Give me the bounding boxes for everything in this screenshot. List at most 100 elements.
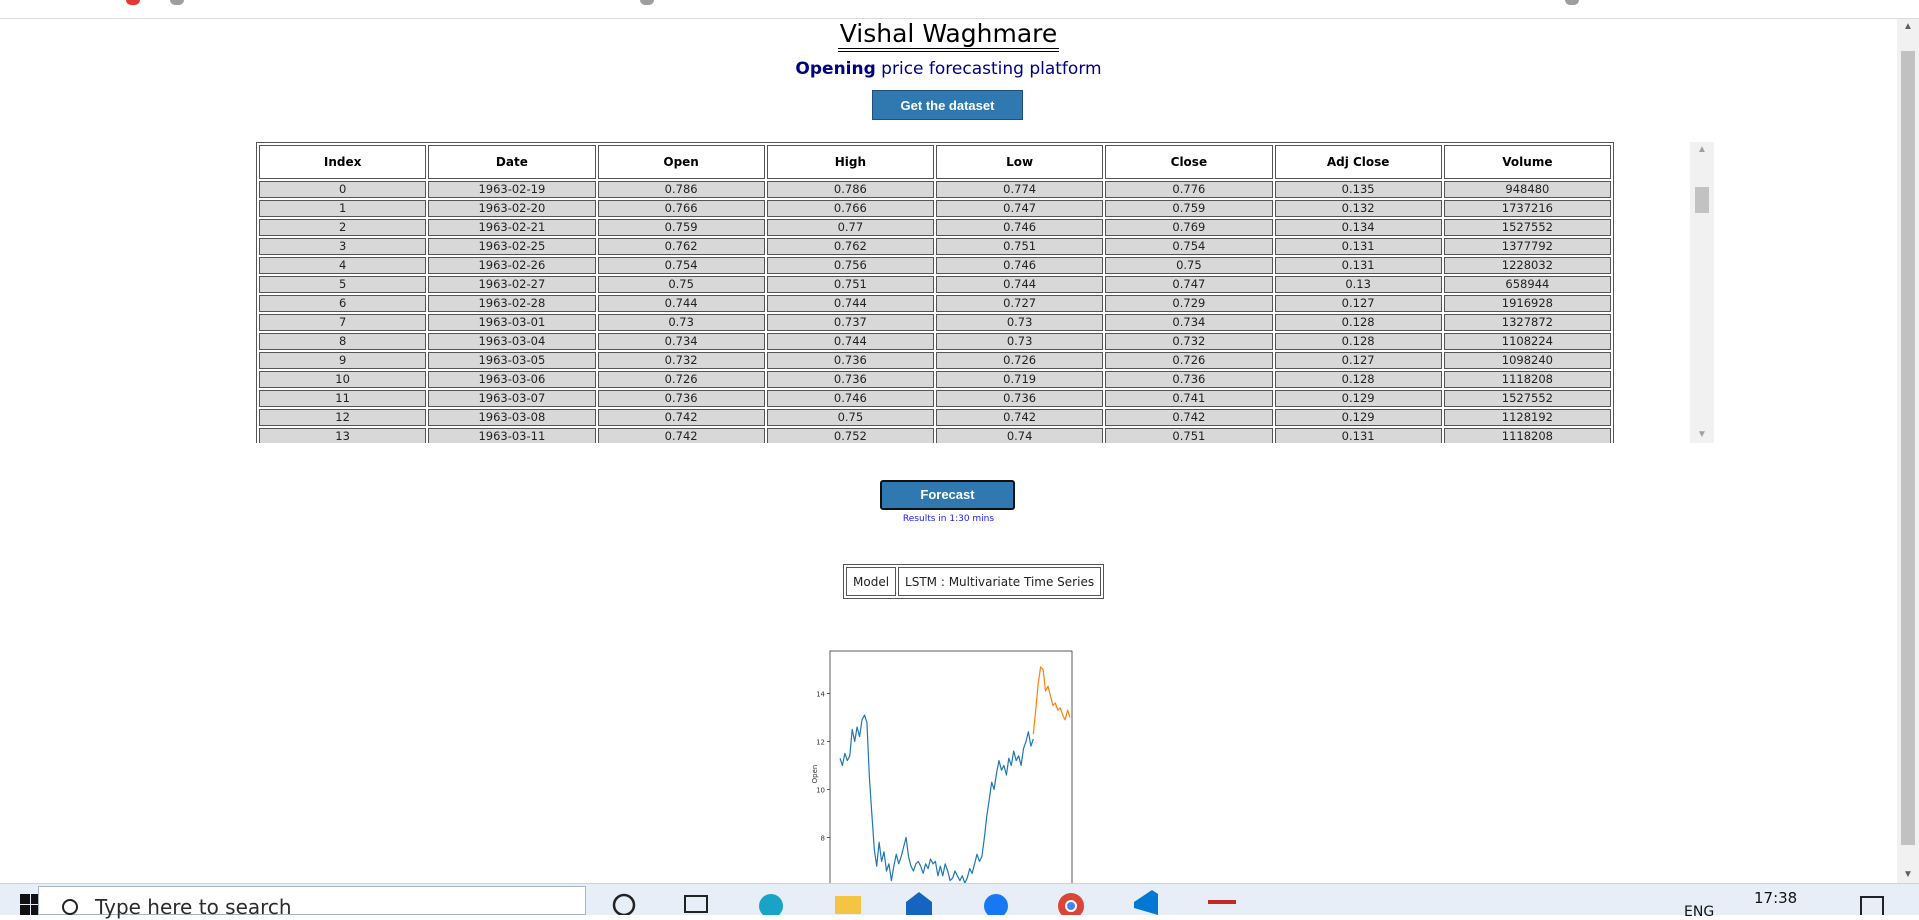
table-cell: 0.756: [766, 257, 934, 274]
task-view-icon[interactable]: [681, 888, 711, 915]
table-cell: 1963-02-20: [428, 200, 596, 217]
table-cell: 0.75: [1105, 257, 1273, 274]
chrome-icon[interactable]: [1056, 888, 1086, 915]
table-cell: 0.131: [1274, 238, 1442, 255]
table-cell: 3: [259, 238, 427, 255]
cortana-icon[interactable]: [609, 888, 639, 915]
table-cell: 1108224: [1443, 333, 1611, 350]
y-tick-label: 14: [816, 690, 825, 698]
table-row: 9 1963-03-05 0.732 0.736 0.726 0.726 0.127 1098…: [259, 352, 1611, 369]
tab-favicon-icon[interactable]: [126, 0, 140, 5]
table-cell: 8: [259, 333, 427, 350]
table-cell: 1963-03-04: [428, 333, 596, 350]
table-cell: 1: [259, 200, 427, 217]
column-header: Adj Close: [1274, 145, 1442, 179]
column-header: Date: [428, 145, 596, 179]
table-cell: 0.751: [1105, 428, 1273, 443]
language-indicator[interactable]: ENG: [1684, 904, 1714, 920]
table-cell: 948480: [1443, 181, 1611, 198]
table-cell: 0.746: [936, 219, 1104, 236]
file-explorer-icon[interactable]: [832, 888, 862, 915]
taskbar-clock[interactable]: 17:38: [1754, 889, 1797, 907]
table-cell: 0.128: [1274, 371, 1442, 388]
page-scrollbar[interactable]: ▲ ▼: [1897, 19, 1919, 883]
table-cell: 0.744: [936, 276, 1104, 293]
taskbar-search-box[interactable]: Type here to search: [38, 886, 586, 919]
table-cell: 0.132: [1274, 200, 1442, 217]
tab-favicon-icon[interactable]: [640, 0, 654, 5]
table-scroll-thumb[interactable]: [1695, 187, 1709, 213]
page-scroll-thumb[interactable]: [1901, 51, 1915, 845]
table-cell: 0.73: [936, 333, 1104, 350]
table-cell: 0.726: [597, 371, 765, 388]
table-scrollbar[interactable]: ▲ ▼: [1690, 142, 1714, 443]
table-cell: 1118208: [1443, 428, 1611, 443]
table-body: 0 1963-02-19 0.786 0.786 0.774 0.776 0.135 9484…: [259, 181, 1611, 443]
table-row: 4 1963-02-26 0.754 0.756 0.746 0.75 0.131 12280…: [259, 257, 1611, 274]
table-cell: 0.762: [597, 238, 765, 255]
scroll-down-icon[interactable]: ▼: [1690, 427, 1714, 443]
model-value: LSTM : Multivariate Time Series: [898, 567, 1102, 596]
forecast-button[interactable]: Forecast: [880, 480, 1015, 510]
table-cell: 0.732: [1105, 333, 1273, 350]
y-tick-label: 10: [816, 786, 825, 794]
table-cell: 0.129: [1274, 390, 1442, 407]
notifications-icon[interactable]: [1857, 888, 1887, 915]
table-row: 7 1963-03-01 0.73 0.737 0.73 0.734 0.128 132787…: [259, 314, 1611, 331]
subtitle-text: price forecasting platform: [875, 59, 1102, 79]
table-cell: 0.786: [597, 181, 765, 198]
page-scroll-up-icon[interactable]: ▲: [1897, 19, 1919, 35]
tab-favicon-icon[interactable]: [1565, 0, 1579, 5]
table-cell: 4: [259, 257, 427, 274]
tab-favicon-icon[interactable]: [170, 0, 184, 5]
table-row: 2 1963-02-21 0.759 0.77 0.746 0.769 0.134 15275…: [259, 219, 1611, 236]
edge-browser-icon[interactable]: [756, 888, 786, 915]
table-cell: 0.742: [1105, 409, 1273, 426]
table-row: 10 1963-03-06 0.726 0.736 0.719 0.736 0.128 111…: [259, 371, 1611, 388]
table-cell: 1916928: [1443, 295, 1611, 312]
table-cell: 0.759: [597, 219, 765, 236]
author-name: Vishal Waghmare: [837, 20, 1060, 52]
facebook-icon[interactable]: [981, 888, 1011, 915]
table-cell: 1118208: [1443, 371, 1611, 388]
table-cell: 0.746: [766, 390, 934, 407]
get-dataset-button[interactable]: Get the dataset: [872, 90, 1023, 120]
table-cell: 0.741: [1105, 390, 1273, 407]
table-cell: 1098240: [1443, 352, 1611, 369]
table-cell: 6: [259, 295, 427, 312]
historical-series-line: [839, 714, 1034, 883]
table-cell: 0.759: [1105, 200, 1273, 217]
page-scroll-down-icon[interactable]: ▼: [1897, 867, 1919, 883]
table-row: 12 1963-03-08 0.742 0.75 0.742 0.742 0.129 1128…: [259, 409, 1611, 426]
table-cell: 1963-03-05: [428, 352, 596, 369]
table-row: 8 1963-03-04 0.734 0.744 0.73 0.732 0.128 11082…: [259, 333, 1611, 350]
table-cell: 1963-02-27: [428, 276, 596, 293]
y-tick-label: 8: [821, 834, 825, 842]
table-cell: 1963-03-06: [428, 371, 596, 388]
windows-taskbar: Type here to search ENG 17:38: [0, 883, 1919, 920]
table-cell: 0.734: [597, 333, 765, 350]
table-cell: 0.134: [1274, 219, 1442, 236]
column-header: Close: [1105, 145, 1273, 179]
forecast-duration-note: Results in 1:30 mins: [902, 514, 995, 524]
table-cell: 1963-03-07: [428, 390, 596, 407]
scroll-up-icon[interactable]: ▲: [1690, 142, 1714, 158]
app-icon[interactable]: [1206, 888, 1236, 915]
table-cell: 0.751: [766, 276, 934, 293]
column-header: High: [766, 145, 934, 179]
vscode-icon[interactable]: [1130, 888, 1160, 915]
table-cell: 0.74: [936, 428, 1104, 443]
model-info-table: Model LSTM : Multivariate Time Series: [843, 564, 1105, 599]
table-cell: 0.75: [766, 409, 934, 426]
table-cell: 0.131: [1274, 428, 1442, 443]
dataset-table-container[interactable]: Index Date Open High Low Close Adj Close Volume…: [256, 142, 1715, 443]
table-cell: 0.746: [936, 257, 1104, 274]
table-row: 5 1963-02-27 0.75 0.751 0.744 0.747 0.13 658944: [259, 276, 1611, 293]
table-cell: 1128192: [1443, 409, 1611, 426]
table-cell: 13: [259, 428, 427, 443]
table-cell: 0.736: [1105, 371, 1273, 388]
table-cell: 0.776: [1105, 181, 1273, 198]
dataset-table: Index Date Open High Low Close Adj Close Volume…: [256, 142, 1614, 443]
mail-icon[interactable]: [904, 888, 934, 915]
table-cell: 5: [259, 276, 427, 293]
